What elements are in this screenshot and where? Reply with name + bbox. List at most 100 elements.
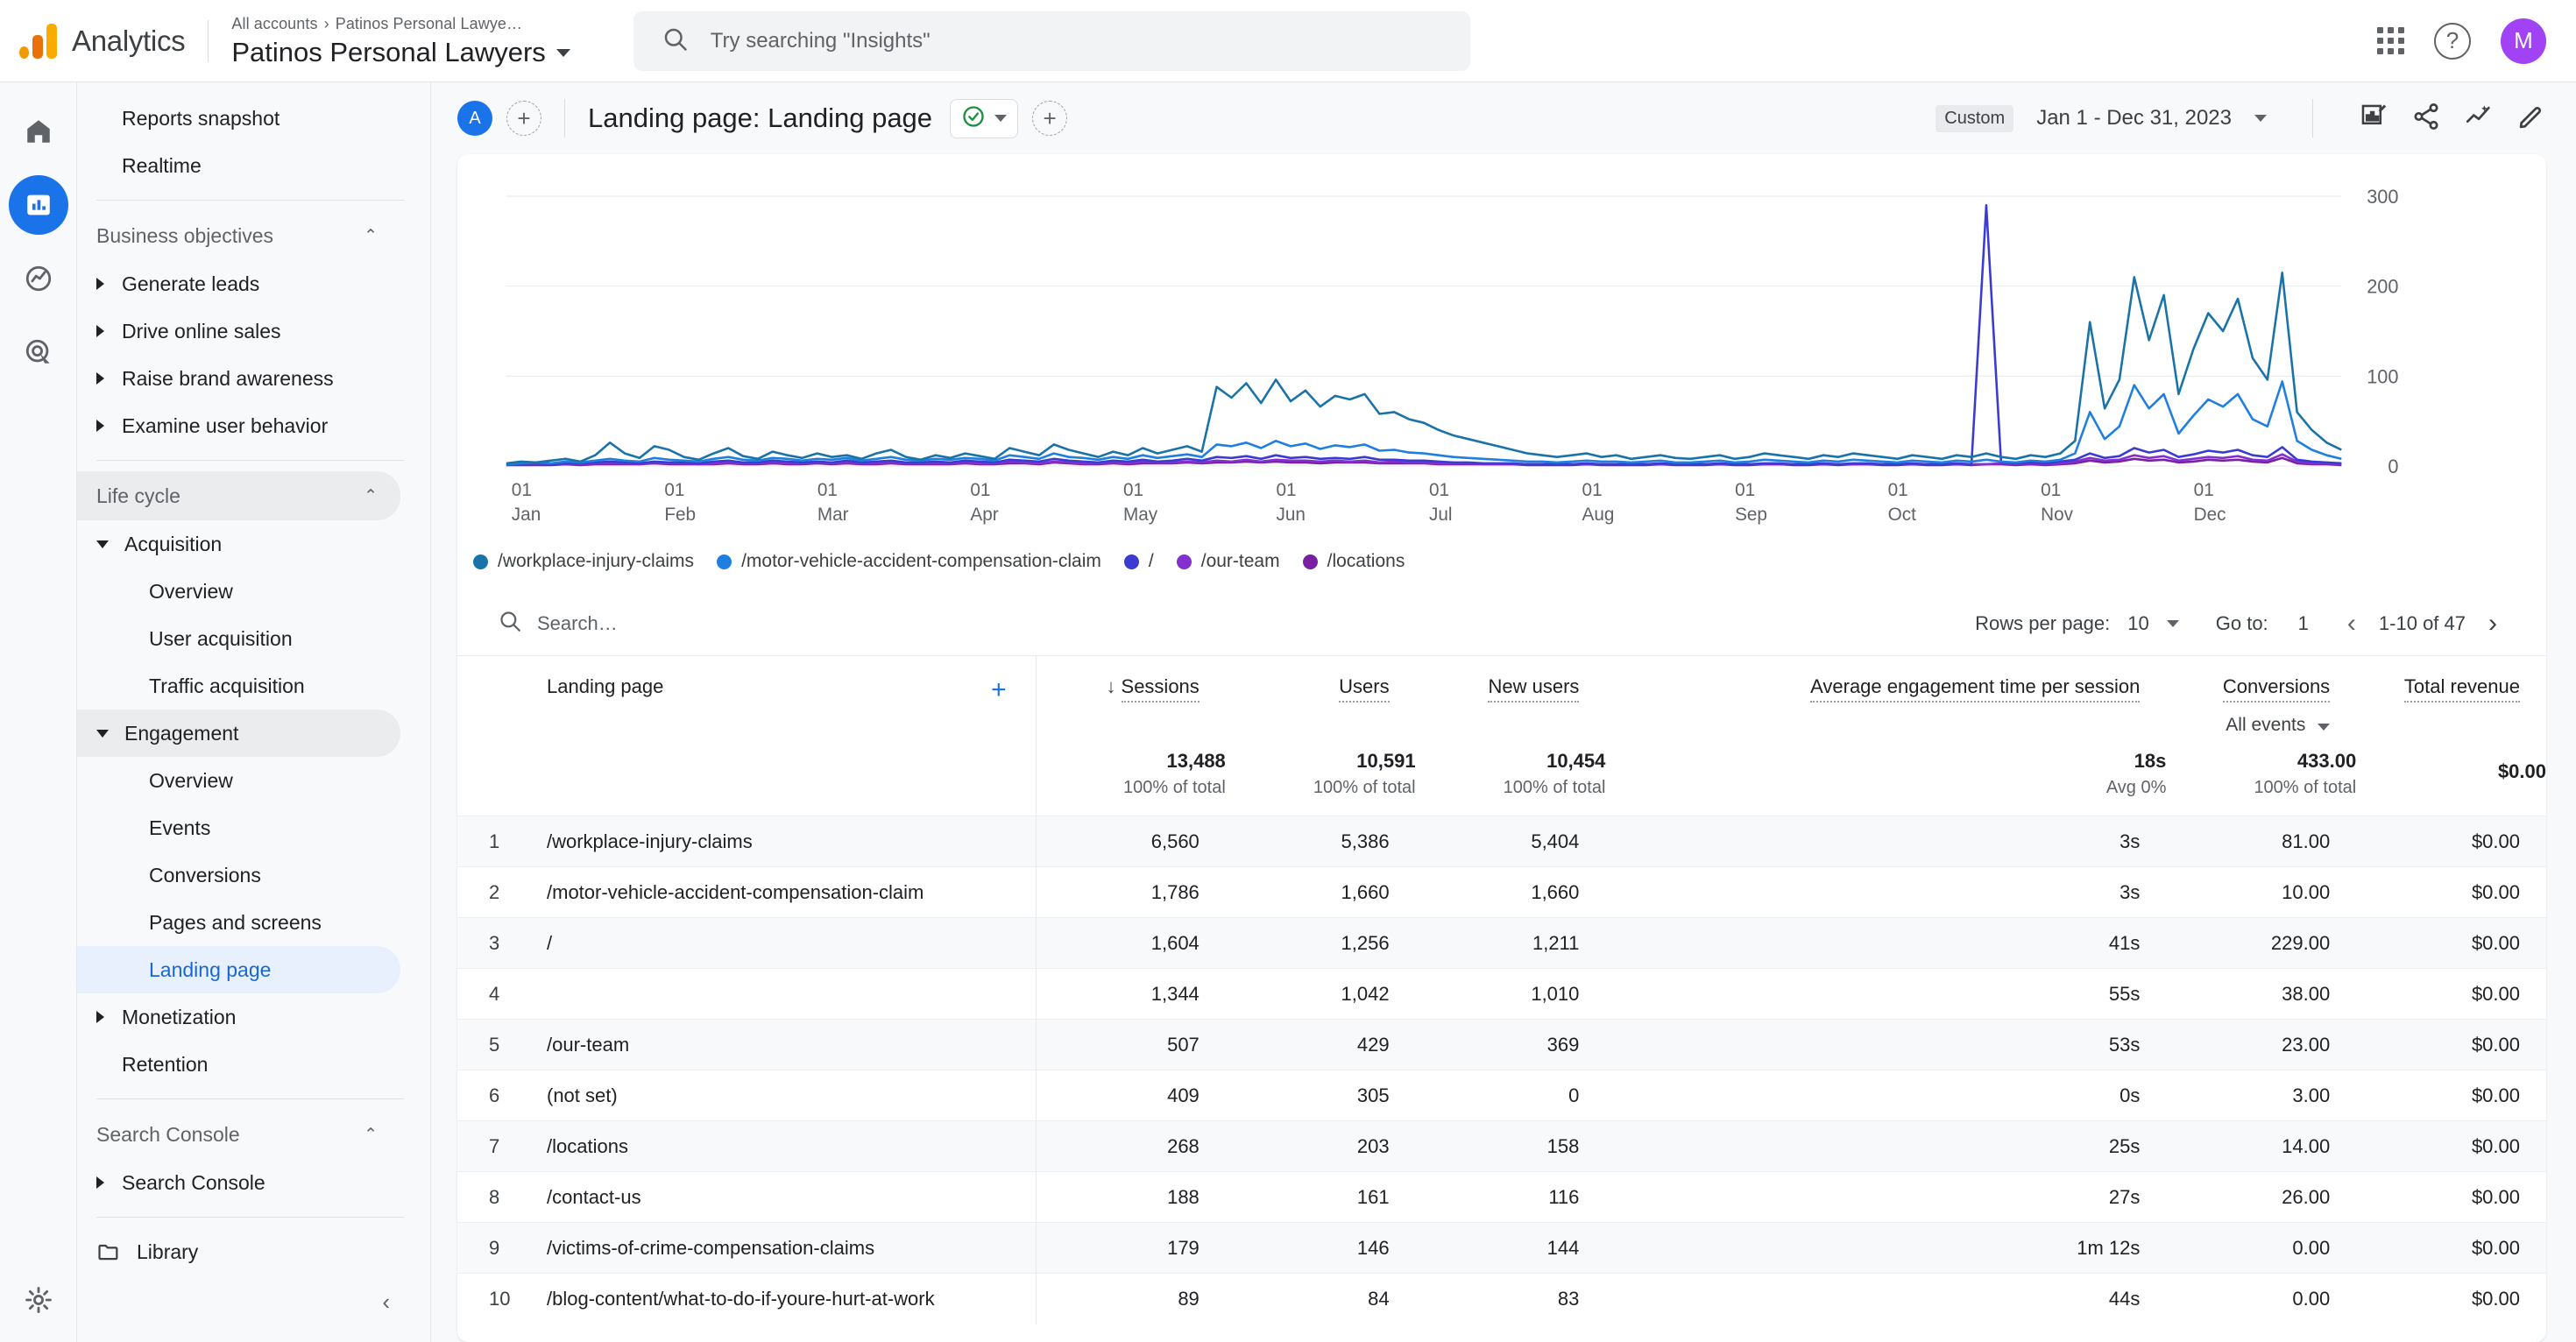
row-landing-page: /	[527, 917, 983, 969]
total-value: 10,454	[1546, 750, 1606, 772]
explore-icon[interactable]	[9, 249, 68, 308]
chevron-down-icon[interactable]	[556, 48, 570, 57]
chevron-down-icon[interactable]	[2166, 619, 2179, 627]
expander-right-icon[interactable]	[96, 278, 104, 290]
sidebar-item-examine-user-behavior[interactable]: Examine user behavior	[77, 402, 400, 449]
chevron-up-icon[interactable]: ⌃	[364, 1125, 378, 1145]
table-row[interactable]: 9/victims-of-crime-compensation-claims 17…	[457, 1222, 2546, 1274]
sidebar-item-events[interactable]: Events	[77, 804, 400, 851]
sidebar-item-engagement[interactable]: Engagement	[77, 710, 400, 757]
table-row[interactable]: 8/contact-us 188 161 116 27s 26.00 $0.00	[457, 1171, 2546, 1223]
help-icon[interactable]: ?	[2434, 22, 2471, 60]
total-sub: 100% of total	[1313, 778, 1416, 797]
sidebar-item-user-acquisition[interactable]: User acquisition	[77, 615, 400, 662]
expander-right-icon[interactable]	[96, 420, 104, 432]
conversions-event-selector[interactable]: All events	[2166, 715, 2331, 736]
settings-gear-icon[interactable]	[24, 1285, 53, 1319]
collapse-nav-button[interactable]: ‹	[382, 1289, 390, 1316]
sidebar-item-conversions[interactable]: Conversions	[77, 851, 400, 899]
table-row[interactable]: 7/locations 268 203 158 25s 14.00 $0.00	[457, 1120, 2546, 1172]
date-range-value[interactable]: Jan 1 - Dec 31, 2023	[2036, 106, 2232, 131]
table-header-new-users[interactable]: New users	[1416, 656, 1606, 736]
expander-right-icon[interactable]	[96, 372, 104, 385]
expander-down-icon[interactable]	[96, 729, 109, 738]
sidebar-section-life-cycle[interactable]: Life cycle ⌃	[77, 471, 400, 520]
analytics-logo-area[interactable]: Analytics	[0, 23, 186, 59]
expander-right-icon[interactable]	[96, 325, 104, 337]
table-row[interactable]: 1/workplace-injury-claims 6,560 5,386 5,404…	[457, 816, 2546, 867]
apps-grid-icon[interactable]	[2377, 27, 2404, 54]
table-header-landing-page[interactable]: Landing page	[527, 656, 983, 736]
add-dimension-button[interactable]: +	[983, 656, 1037, 736]
table-row[interactable]: 5/our-team 507 429 369 53s 23.00 $0.00	[457, 1019, 2546, 1070]
table-header-avg-engagement-time[interactable]: Average engagement time per session	[1605, 656, 2166, 736]
add-comparison-button[interactable]: +	[506, 101, 541, 136]
sidebar-item-landing-page[interactable]: Landing page	[77, 946, 400, 993]
sidebar-item-monetization[interactable]: Monetization	[77, 993, 400, 1041]
customize-pencil-icon[interactable]	[2516, 102, 2546, 136]
next-page-button[interactable]: ›	[2480, 609, 2506, 639]
sidebar-item-pages-and-screens[interactable]: Pages and screens	[77, 899, 400, 946]
line-chart[interactable]: 0 100 200 300	[498, 180, 2506, 478]
sidebar-item-realtime[interactable]: Realtime	[77, 142, 400, 189]
home-icon[interactable]	[9, 102, 68, 161]
edit-comparison-icon[interactable]	[2359, 102, 2388, 136]
row-index: 5	[457, 1019, 527, 1070]
add-report-button[interactable]: +	[1032, 101, 1068, 136]
sidebar-item-retention[interactable]: Retention	[77, 1041, 400, 1088]
sidebar-item-acquisition-overview[interactable]: Overview	[77, 568, 400, 615]
table-row[interactable]: 3/ 1,604 1,256 1,211 41s 229.00 $0.00	[457, 917, 2546, 969]
chevron-down-icon[interactable]	[994, 115, 1008, 122]
table-row[interactable]: 4 1,344 1,042 1,010 55s 38.00 $0.00	[457, 968, 2546, 1020]
advertising-icon[interactable]	[9, 322, 68, 382]
table-row[interactable]: 10/blog-content/what-to-do-if-youre-hurt…	[457, 1273, 2546, 1324]
sidebar-item-raise-brand-awareness[interactable]: Raise brand awareness	[77, 355, 400, 402]
chevron-up-icon[interactable]: ⌃	[364, 486, 378, 506]
rows-per-page-value[interactable]: 10	[2127, 612, 2148, 635]
expander-right-icon[interactable]	[96, 1011, 104, 1023]
sidebar-item-generate-leads[interactable]: Generate leads	[77, 260, 400, 307]
table-row[interactable]: 6 (not set) 409 305 0 0s 3.00 $0.00	[457, 1070, 2546, 1121]
sidebar-section-business-objectives[interactable]: Business objectives ⌃	[77, 211, 400, 260]
insights-icon[interactable]	[2464, 102, 2494, 136]
expander-right-icon[interactable]	[96, 1176, 104, 1189]
account-selector[interactable]: All accounts › Patinos Personal Lawye… Pat…	[231, 13, 570, 68]
legend-item[interactable]: /locations	[1302, 551, 1405, 572]
breadcrumb-root[interactable]: All accounts	[231, 15, 317, 32]
sidebar-item-acquisition[interactable]: Acquisition	[77, 520, 400, 568]
chevron-up-icon[interactable]: ⌃	[364, 226, 378, 246]
share-icon[interactable]	[2411, 102, 2441, 136]
table-header-sessions[interactable]: ↓ Sessions	[1036, 656, 1226, 736]
expander-down-icon[interactable]	[96, 540, 109, 548]
table-header-conversions[interactable]: Conversions All events	[2166, 656, 2356, 736]
top-bar: Analytics All accounts › Patinos Personal …	[0, 0, 2576, 82]
table-search-input[interactable]: Search…	[498, 609, 618, 638]
breadcrumb-child[interactable]: Patinos Personal Lawye…	[336, 15, 522, 32]
report-status-pill[interactable]	[950, 98, 1019, 138]
prev-page-button[interactable]: ‹	[2339, 609, 2365, 639]
comparison-badge[interactable]: A	[457, 101, 492, 136]
avatar[interactable]: M	[2501, 18, 2546, 64]
sidebar-section-search-console[interactable]: Search Console ⌃	[77, 1110, 400, 1159]
table-header-users[interactable]: Users	[1226, 656, 1416, 736]
legend-item[interactable]: /our-team	[1176, 551, 1280, 572]
legend-item[interactable]: /motor-vehicle-accident-compensation-cla…	[717, 551, 1101, 572]
legend-item[interactable]: /	[1123, 551, 1154, 572]
row-new-users: 1,211	[1415, 917, 1606, 969]
sidebar-item-engagement-overview[interactable]: Overview	[77, 757, 400, 804]
sidebar-item-traffic-acquisition[interactable]: Traffic acquisition	[77, 662, 400, 710]
chevron-down-icon[interactable]	[2318, 724, 2331, 731]
sidebar-item-library[interactable]: Library	[77, 1228, 400, 1275]
global-search-input[interactable]: Try searching "Insights"	[633, 11, 1470, 71]
row-spacer	[983, 1171, 1037, 1223]
sidebar-item-search-console[interactable]: Search Console	[77, 1159, 400, 1206]
table-header-total-revenue[interactable]: Total revenue	[2356, 656, 2546, 736]
chevron-down-icon[interactable]	[2254, 115, 2267, 122]
table-row[interactable]: 2/motor-vehicle-accident-compensation-cl…	[457, 866, 2546, 918]
row-new-users: 158	[1415, 1120, 1606, 1172]
legend-item[interactable]: /workplace-injury-claims	[473, 551, 694, 572]
goto-input[interactable]: 1	[2298, 612, 2309, 635]
reports-icon[interactable]	[8, 175, 68, 235]
sidebar-item-drive-online-sales[interactable]: Drive online sales	[77, 307, 400, 355]
sidebar-item-reports-snapshot[interactable]: Reports snapshot	[77, 95, 400, 142]
